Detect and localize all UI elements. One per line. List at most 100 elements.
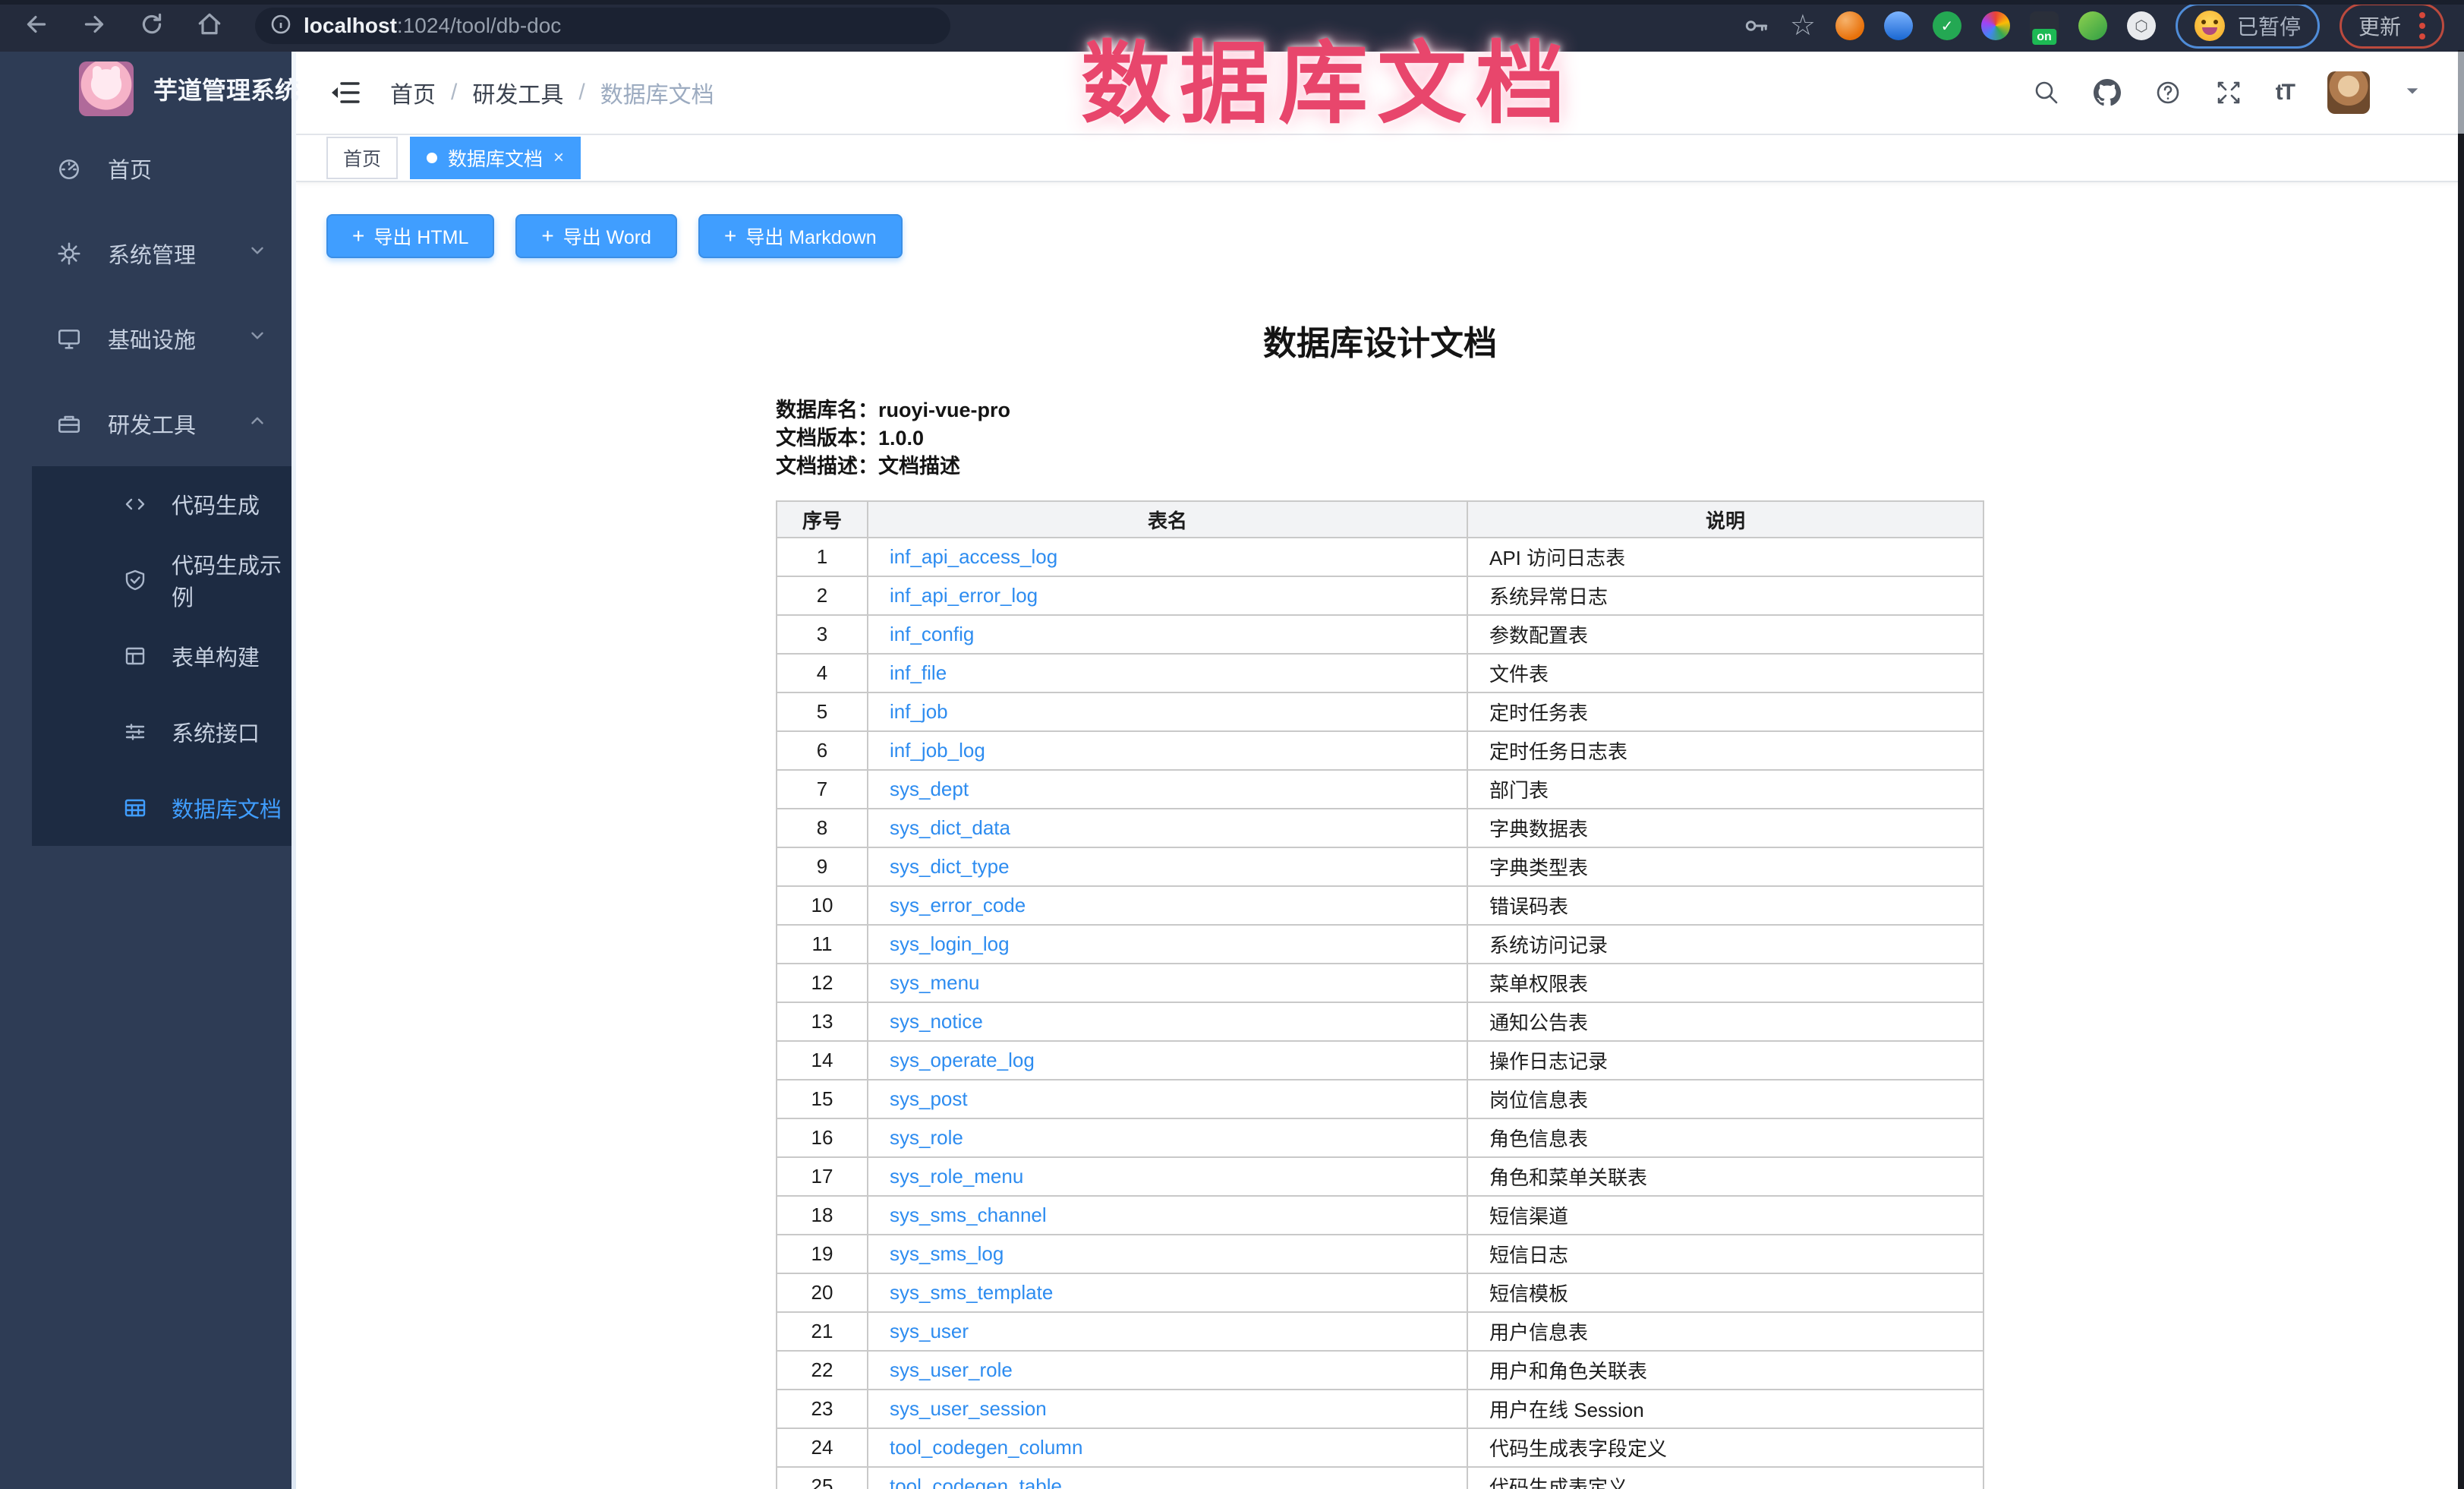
paused-label: 已暂停 — [2237, 11, 2301, 41]
table-row: 19sys_sms_log短信日志 — [777, 1235, 1983, 1273]
table-desc-cell: 用户信息表 — [1467, 1312, 1983, 1351]
site-info-icon[interactable] — [269, 12, 293, 40]
table-row: 22sys_user_role用户和角色关联表 — [777, 1351, 1983, 1390]
extension-icon[interactable] — [2078, 11, 2107, 40]
table-header-cell: 表名 — [868, 501, 1467, 538]
sidebar-item-codegen[interactable]: 代码生成 — [32, 466, 296, 542]
doc-info-value: 1.0.0 — [878, 427, 924, 450]
table-row: 5inf_job定时任务表 — [777, 692, 1983, 731]
row-index-cell: 18 — [777, 1196, 868, 1235]
table-name-link[interactable]: sys_user_session — [868, 1390, 1467, 1428]
table-name-link[interactable]: tool_codegen_column — [868, 1428, 1467, 1467]
fullscreen-icon[interactable] — [2215, 79, 2242, 106]
chevron-down-icon — [247, 241, 267, 267]
bookmark-star-icon[interactable]: ☆ — [1790, 11, 1816, 40]
tab-数据库文档[interactable]: 数据库文档× — [410, 137, 581, 179]
sidebar-item-codegen-demo[interactable]: 代码生成示例 — [32, 542, 296, 618]
tab-首页[interactable]: 首页 — [326, 137, 398, 179]
kebab-menu-icon[interactable] — [2419, 12, 2425, 39]
search-icon[interactable] — [2033, 79, 2060, 106]
menu-item-label: 数据库文档 — [172, 792, 282, 824]
table-name-link[interactable]: sys_sms_log — [868, 1235, 1467, 1273]
extension-icon[interactable]: on — [2030, 11, 2059, 40]
table-name-link[interactable]: inf_api_error_log — [868, 576, 1467, 615]
table-header-row: 序号表名说明 — [777, 501, 1983, 538]
table-name-link[interactable]: inf_config — [868, 615, 1467, 654]
sidebar-item-home[interactable]: 首页 — [0, 126, 296, 211]
home-icon[interactable] — [196, 11, 223, 42]
table-name-link[interactable]: sys_user — [868, 1312, 1467, 1351]
extension-icon[interactable] — [1981, 11, 2010, 40]
table-name-link[interactable]: sys_menu — [868, 964, 1467, 1002]
sidebar-item-form-builder[interactable]: 表单构建 — [32, 618, 296, 694]
sidebar-item-db-doc[interactable]: 数据库文档 — [32, 770, 296, 846]
forward-icon[interactable] — [80, 11, 108, 42]
reload-icon[interactable] — [138, 11, 165, 42]
close-icon[interactable]: × — [553, 149, 564, 167]
table-name-link[interactable]: inf_job — [868, 692, 1467, 731]
sidebar-fold-icon[interactable] — [329, 79, 361, 106]
breadcrumb-item[interactable]: 首页 — [390, 76, 436, 109]
tags-view-bar: 首页数据库文档× — [296, 135, 2464, 182]
main-area: 首页/研发工具/数据库文档 tT 首页数据库文档× +导出 HTML+导出 Wo… — [296, 52, 2464, 1489]
sidebar-item-system[interactable]: 系统管理 — [0, 211, 296, 296]
scrollbar-thumb[interactable] — [2458, 52, 2464, 134]
password-key-icon[interactable] — [1743, 12, 1770, 39]
table-name-link[interactable]: sys_dict_type — [868, 847, 1467, 886]
breadcrumb-item[interactable]: 研发工具 — [472, 76, 563, 109]
code-icon — [123, 492, 147, 516]
table-name-link[interactable]: sys_role_menu — [868, 1157, 1467, 1196]
table-name-link[interactable]: sys_login_log — [868, 925, 1467, 964]
export-button[interactable]: +导出 Markdown — [698, 214, 903, 258]
export-button-label: 导出 HTML — [373, 222, 468, 250]
table-name-link[interactable]: sys_sms_channel — [868, 1196, 1467, 1235]
table-name-link[interactable]: sys_notice — [868, 1002, 1467, 1041]
help-icon[interactable] — [2154, 79, 2182, 106]
extension-icon[interactable] — [1835, 11, 1864, 40]
table-name-link[interactable]: sys_operate_log — [868, 1041, 1467, 1080]
app-logo-row[interactable]: 芋道管理系统 — [0, 52, 296, 126]
table-desc-cell: 定时任务表 — [1467, 692, 1983, 731]
table-desc-cell: 操作日志记录 — [1467, 1041, 1983, 1080]
table-name-link[interactable]: sys_sms_template — [868, 1273, 1467, 1312]
user-avatar[interactable] — [2327, 71, 2370, 114]
chevron-down-icon[interactable] — [2403, 82, 2421, 104]
table-row: 7sys_dept部门表 — [777, 770, 1983, 809]
menu-item-label: 首页 — [108, 153, 152, 185]
table-desc-cell: 岗位信息表 — [1467, 1080, 1983, 1118]
sidebar-item-dev-tools[interactable]: 研发工具 — [0, 381, 296, 466]
extension-icon[interactable]: ✓ — [1933, 11, 1961, 40]
sidebar-item-api-doc[interactable]: 系统接口 — [32, 694, 296, 770]
app-title: 芋道管理系统 — [153, 71, 299, 106]
extensions-puzzle-icon[interactable]: ⬡ — [2127, 11, 2156, 40]
extension-icon[interactable] — [1884, 11, 1913, 40]
table-name-link[interactable]: inf_api_access_log — [868, 538, 1467, 576]
update-label: 更新 — [2358, 11, 2401, 41]
table-row: 10sys_error_code错误码表 — [777, 886, 1983, 925]
table-desc-cell: 错误码表 — [1467, 886, 1983, 925]
profile-paused-pill[interactable]: 已暂停 — [2176, 3, 2320, 49]
table-name-link[interactable]: sys_dept — [868, 770, 1467, 809]
doc-info: 数据库名：ruoyi-vue-pro文档版本：1.0.0文档描述：文档描述 — [776, 396, 1984, 481]
font-size-icon[interactable]: tT — [2276, 80, 2294, 106]
table-name-link[interactable]: sys_error_code — [868, 886, 1467, 925]
profile-avatar-icon — [2195, 11, 2225, 41]
address-bar[interactable]: localhost:1024/tool/db-doc — [255, 8, 950, 44]
table-row: 11sys_login_log系统访问记录 — [777, 925, 1983, 964]
table-name-link[interactable]: sys_dict_data — [868, 809, 1467, 847]
github-icon[interactable] — [2094, 79, 2121, 106]
table-row: 21sys_user用户信息表 — [777, 1312, 1983, 1351]
sidebar-item-infra[interactable]: 基础设施 — [0, 296, 296, 381]
table-name-link[interactable]: tool_codegen_table — [868, 1467, 1467, 1489]
table-name-link[interactable]: inf_file — [868, 654, 1467, 692]
table-header-cell: 说明 — [1467, 501, 1983, 538]
export-button[interactable]: +导出 Word — [515, 214, 677, 258]
table-name-link[interactable]: sys_role — [868, 1118, 1467, 1157]
row-index-cell: 5 — [777, 692, 868, 731]
export-button[interactable]: +导出 HTML — [326, 214, 494, 258]
back-icon[interactable] — [23, 11, 50, 42]
table-name-link[interactable]: inf_job_log — [868, 731, 1467, 770]
browser-update-menu[interactable]: 更新 — [2340, 3, 2444, 49]
table-name-link[interactable]: sys_post — [868, 1080, 1467, 1118]
table-name-link[interactable]: sys_user_role — [868, 1351, 1467, 1390]
